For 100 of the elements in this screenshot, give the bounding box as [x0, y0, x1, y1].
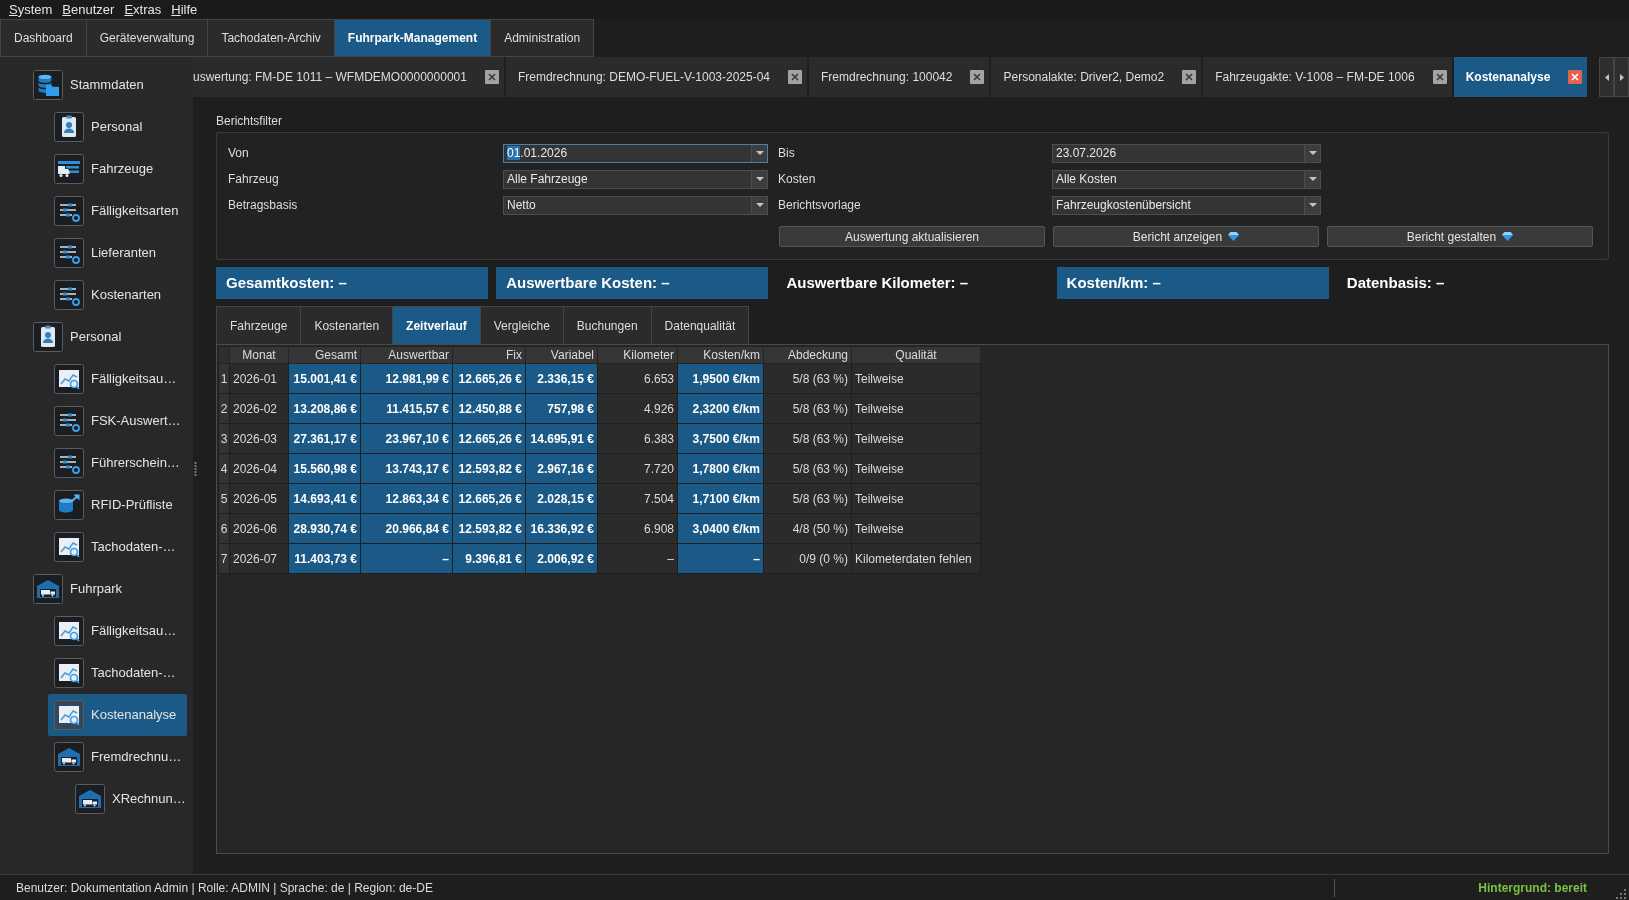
table-cell: 3,0400 €/km	[677, 513, 764, 544]
dropdown-field[interactable]: 01.01.2026	[503, 143, 768, 163]
document-tab[interactable]: Kostenanalyse	[1453, 57, 1588, 97]
table-cell: 5/8 (63 %)	[763, 393, 852, 424]
result-tab[interactable]: Buchungen	[562, 306, 652, 344]
result-tab[interactable]: Vergleiche	[479, 306, 564, 344]
table-cell: 2026-02	[229, 393, 289, 424]
close-icon[interactable]	[788, 70, 803, 84]
tree-item[interactable]: Führerschein…	[48, 442, 187, 484]
table-cell: 6.653	[597, 363, 678, 394]
tree-item[interactable]: FSK-Auswert…	[48, 400, 187, 442]
table-cell: Teilweise	[851, 423, 981, 454]
table-cell: 13.208,86 €	[288, 393, 361, 424]
scroll-left-button[interactable]	[1599, 57, 1614, 97]
list-settings-icon	[54, 406, 84, 436]
document-tab[interactable]: Fremdrechnung: DEMO-FUEL-V-1003-2025-04	[505, 57, 808, 97]
main-tab[interactable]: Geräteverwaltung	[85, 19, 209, 57]
tree-item[interactable]: Lieferanten	[48, 232, 187, 274]
main-tab[interactable]: Tachodaten-Archiv	[207, 19, 335, 57]
dropdown-field[interactable]: Netto	[503, 195, 768, 215]
resize-grip-icon[interactable]	[1615, 888, 1626, 899]
table-cell: 5/8 (63 %)	[763, 483, 852, 514]
table-cell: 2.336,15 €	[525, 363, 598, 394]
table-cell: 2.028,15 €	[525, 483, 598, 514]
table-cell: 2026-01	[229, 363, 289, 394]
tree-item[interactable]: Stammdaten	[27, 64, 187, 106]
caret-down-icon	[755, 151, 764, 155]
dropdown-field[interactable]: Fahrzeugkostenübersicht	[1052, 195, 1321, 215]
table-cell: 6.908	[597, 513, 678, 544]
tree-item[interactable]: Personal	[48, 106, 187, 148]
main-tab[interactable]: Dashboard	[0, 19, 87, 57]
tree-item[interactable]: Tachodaten-…	[48, 652, 187, 694]
tree-item[interactable]: Personal	[27, 316, 187, 358]
row-number: 2	[218, 393, 230, 424]
close-icon[interactable]	[970, 70, 985, 84]
menu-item[interactable]: Benutzer	[57, 1, 120, 18]
field-label: Betragsbasis	[228, 197, 299, 214]
tree-item[interactable]: Fahrzeuge	[48, 148, 187, 190]
main-tab[interactable]: Fuhrpark-Management	[333, 19, 492, 57]
close-icon[interactable]	[484, 70, 499, 84]
column-header[interactable]: Fix	[452, 346, 526, 364]
menu-item[interactable]: Extras	[119, 1, 167, 18]
document-tab[interactable]: Personalakte: Driver2, Demo2	[991, 57, 1202, 97]
row-number: 3	[218, 423, 230, 454]
result-tab[interactable]: Datenqualität	[650, 306, 750, 344]
column-header[interactable]: Qualität	[851, 346, 981, 364]
tree-item[interactable]: Kostenarten	[48, 274, 187, 316]
menu-item[interactable]: Hilfe	[166, 1, 203, 18]
table-cell: 1,7800 €/km	[677, 453, 764, 484]
dropdown-field[interactable]: 23.07.2026	[1052, 143, 1321, 163]
dropdown-field[interactable]: Alle Kosten	[1052, 169, 1321, 189]
action-button[interactable]: Bericht gestalten	[1327, 226, 1593, 247]
close-icon[interactable]	[1182, 70, 1197, 84]
column-header[interactable]: Abdeckung	[763, 346, 852, 364]
scroll-right-button[interactable]	[1614, 57, 1629, 97]
table-cell: 11.403,73 €	[288, 543, 361, 574]
tree-item[interactable]: Tachodaten-…	[48, 526, 187, 568]
document-tab[interactable]: uswertung: FM-DE 1011 – WFMDEMO0000000001	[193, 57, 504, 97]
tree-item[interactable]: Kostenanalyse	[48, 694, 187, 736]
id-badge-icon	[54, 112, 84, 142]
tree-item[interactable]: Fälligkeitsarten	[48, 190, 187, 232]
tree-item[interactable]: Fälligkeitsau…	[48, 610, 187, 652]
table-cell: 4.926	[597, 393, 678, 424]
close-icon[interactable]	[1568, 70, 1583, 84]
table-cell: 5/8 (63 %)	[763, 453, 852, 484]
table-cell: 2026-04	[229, 453, 289, 484]
result-tab[interactable]: Zeitverlauf	[392, 306, 481, 344]
document-tab[interactable]: Fremdrechnung: 100042	[809, 57, 990, 97]
column-header[interactable]: Variabel	[525, 346, 598, 364]
column-header[interactable]: Auswertbar	[360, 346, 453, 364]
tree-item[interactable]: Fälligkeitsau…	[48, 358, 187, 400]
row-number: 1	[218, 363, 230, 394]
splitter-grip-icon[interactable]	[194, 462, 197, 476]
result-tab[interactable]: Fahrzeuge	[216, 306, 302, 344]
dropdown-field[interactable]: Alle Fahrzeuge	[503, 169, 768, 189]
table-cell: 2026-06	[229, 513, 289, 544]
row-number: 6	[218, 513, 230, 544]
tree-item[interactable]: RFID-Prüfliste	[48, 484, 187, 526]
column-header[interactable]: Gesamt	[288, 346, 361, 364]
table-cell: 2.967,16 €	[525, 453, 598, 484]
tree-item[interactable]: Fuhrpark	[27, 568, 187, 610]
summary-tile: Gesamtkosten: –	[216, 267, 489, 299]
action-button[interactable]: Auswertung aktualisieren	[779, 226, 1045, 247]
document-tab[interactable]: Fahrzeugakte: V-1008 – FM-DE 1006	[1203, 57, 1452, 97]
list-settings-icon	[54, 196, 84, 226]
column-header[interactable]: Kosten/km	[677, 346, 764, 364]
table-cell: 7.720	[597, 453, 678, 484]
action-button[interactable]: Bericht anzeigen	[1053, 226, 1319, 247]
column-header[interactable]: Kilometer	[597, 346, 678, 364]
diamond-icon	[1228, 232, 1240, 241]
table-cell: –	[677, 543, 764, 574]
result-tab[interactable]: Kostenarten	[300, 306, 394, 344]
main-tab[interactable]: Administration	[490, 19, 595, 57]
column-header[interactable]: Monat	[229, 346, 289, 364]
table-cell: 2026-05	[229, 483, 289, 514]
tree-item[interactable]: Fremdrechnu…	[48, 736, 188, 778]
menu-item[interactable]: System	[4, 1, 58, 18]
tree-item[interactable]: XRechnun…	[69, 778, 192, 820]
close-icon[interactable]	[1432, 70, 1447, 84]
table-cell: Kilometerdaten fehlen	[851, 543, 981, 574]
